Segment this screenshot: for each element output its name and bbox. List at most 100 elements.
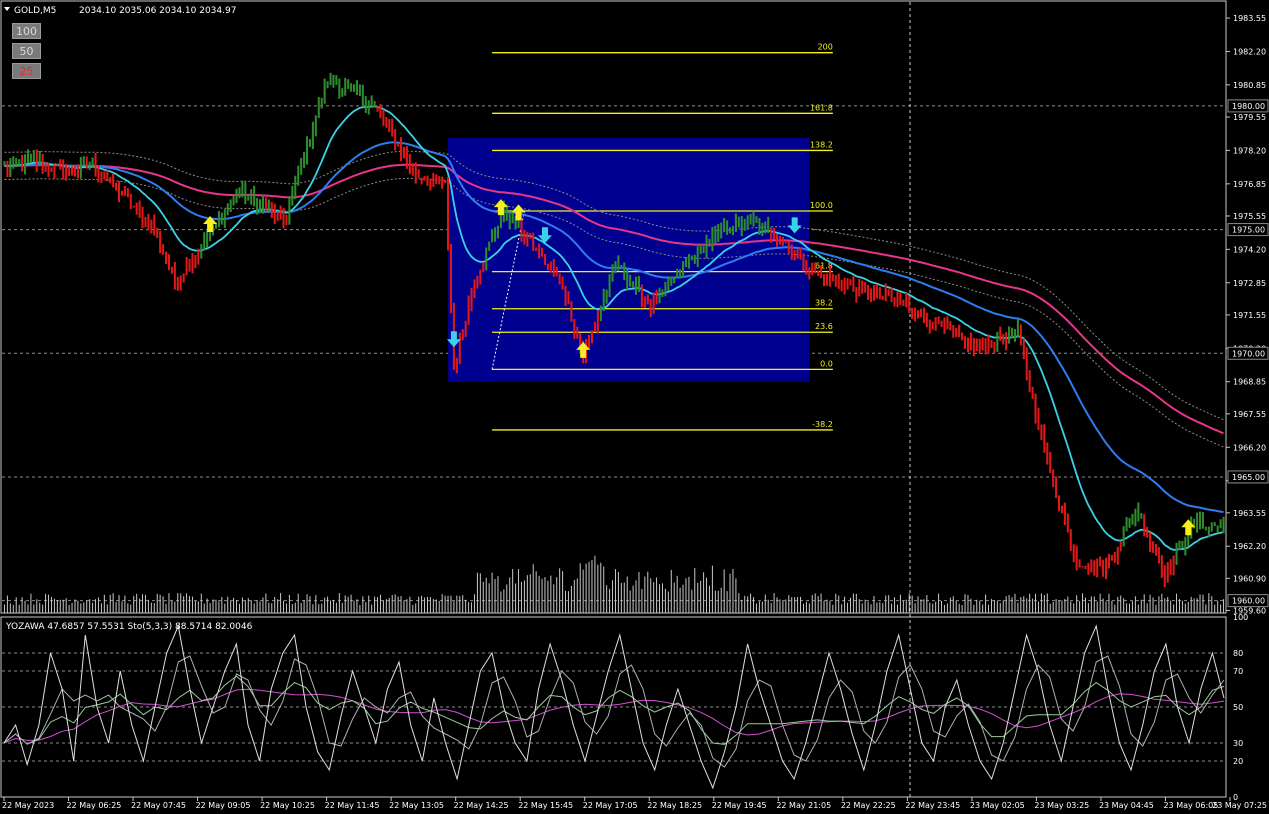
volume-bar [744, 595, 746, 613]
candle [637, 276, 640, 292]
volume-bar [162, 596, 164, 613]
volume-bar [617, 571, 619, 613]
candle [1011, 327, 1014, 338]
candle [62, 159, 65, 180]
volume-bar [576, 578, 578, 613]
volume-bar [194, 601, 196, 613]
price-axis-label: 1974.20 [1233, 245, 1266, 254]
volume-bar [697, 582, 699, 613]
volume-bar [1137, 604, 1139, 613]
volume-bar [1120, 595, 1122, 613]
volume-bar [241, 597, 243, 613]
candle [361, 84, 364, 108]
candle [247, 196, 250, 201]
candle [467, 295, 470, 325]
volume-bar [441, 594, 443, 613]
zoom-50-button[interactable]: 50 [12, 43, 41, 59]
volume-bar [794, 597, 796, 613]
dropdown-triangle-icon[interactable] [4, 7, 10, 11]
volume-bar [500, 591, 502, 613]
candle [635, 276, 638, 295]
volume-bar [1155, 604, 1157, 613]
volume-bar [673, 582, 675, 613]
candle [355, 80, 358, 96]
candle [379, 103, 382, 119]
candle [370, 95, 373, 109]
candle [752, 211, 755, 227]
volume-bar [1211, 596, 1213, 613]
candle [408, 153, 411, 175]
volume-bar [268, 602, 270, 613]
volume-bar [1149, 594, 1151, 613]
candle [1140, 513, 1143, 519]
candle [902, 299, 905, 306]
fib-level-label: 23.6 [815, 322, 833, 331]
candle [250, 189, 253, 205]
candle [1087, 563, 1090, 575]
candle [400, 137, 403, 162]
candle [599, 305, 602, 322]
volume-bar [949, 597, 951, 613]
volume-bar [935, 601, 937, 613]
candle [264, 197, 267, 211]
volume-bar [1129, 603, 1131, 613]
candle [790, 244, 793, 260]
candle [787, 241, 790, 255]
volume-bar [1202, 594, 1204, 613]
volume-bar [247, 598, 249, 613]
volume-bar [964, 594, 966, 613]
candle [323, 78, 326, 104]
candle [1066, 513, 1069, 533]
candle [261, 194, 264, 214]
candle [893, 297, 896, 307]
candle [170, 266, 173, 274]
indicator-axis-label: 50 [1233, 703, 1243, 712]
volume-bar [424, 597, 426, 613]
candle [658, 287, 661, 304]
candle [1031, 386, 1034, 399]
volume-bar [335, 602, 337, 613]
zoom-100-button[interactable]: 100 [12, 23, 41, 39]
candle [1128, 517, 1131, 528]
volume-bar [926, 594, 928, 613]
volume-bar [920, 599, 922, 613]
volume-bar [782, 601, 784, 613]
volume-bar [943, 604, 945, 613]
candle [1204, 526, 1207, 531]
volume-bar [1167, 596, 1169, 613]
volume-bar [48, 594, 50, 613]
candle [115, 182, 118, 191]
volume-bar [121, 601, 123, 613]
volume-bar [209, 603, 211, 613]
volume-bar [932, 603, 934, 613]
volume-bar [468, 602, 470, 613]
volume-bar [1170, 600, 1172, 613]
volume-bar [1143, 594, 1145, 613]
fib-level-label: 161.8 [810, 103, 833, 112]
volume-bar [726, 591, 728, 613]
candle [1072, 544, 1075, 563]
candle [414, 162, 417, 184]
zoom-25-button[interactable]: 25 [12, 63, 41, 79]
candle [743, 218, 746, 231]
candle [702, 246, 705, 254]
volume-bar [867, 601, 869, 613]
volume-bar [24, 600, 26, 613]
candle [987, 334, 990, 354]
volume-bar [438, 600, 440, 613]
candle [831, 273, 834, 282]
candle [708, 238, 711, 247]
volume-bar [858, 599, 860, 613]
volume-bar [315, 595, 317, 613]
volume-bar [855, 593, 857, 613]
volume-bar [535, 571, 537, 613]
candle [884, 283, 887, 302]
volume-bar [1026, 598, 1028, 613]
time-axis-label: 22 May 17:05 [583, 801, 638, 810]
volume-bar [506, 584, 508, 613]
volume-bar [36, 599, 38, 613]
volume-bar [823, 600, 825, 613]
volume-bar [820, 593, 822, 613]
candle [138, 200, 141, 218]
price-chart-svg[interactable]: 200161.8138.2100.061.838.223.60.0-38.2 1… [0, 0, 1269, 814]
